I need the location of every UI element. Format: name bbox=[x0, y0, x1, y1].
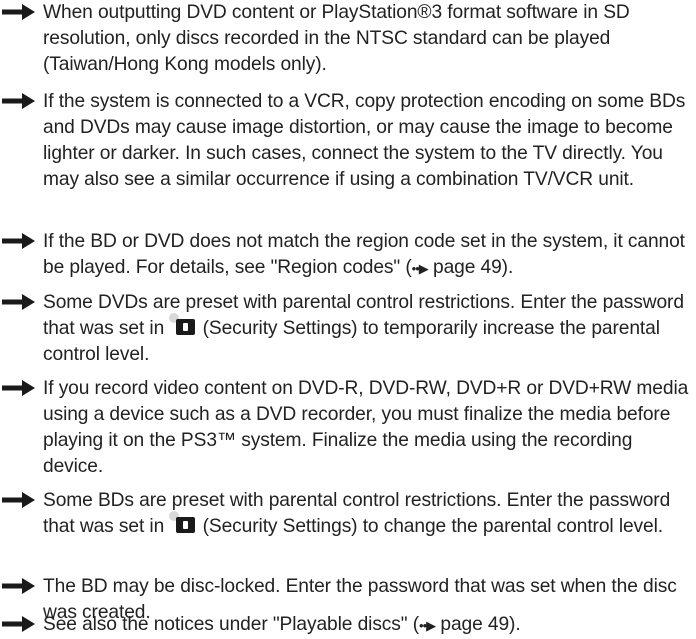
note-text: When outputting DVD content or PlayStati… bbox=[43, 2, 630, 75]
list-item: Some BDs are preset with parental contro… bbox=[0, 488, 696, 540]
page-arrow-icon: ••▶ bbox=[419, 618, 436, 633]
page-arrow-icon: ••▶ bbox=[411, 261, 429, 276]
security-settings-icon bbox=[169, 511, 197, 535]
note-text: If you record video content on DVD-R, DV… bbox=[43, 378, 689, 477]
note-text-before: If the BD or DVD does not match the regi… bbox=[43, 231, 685, 278]
page-number: page 49 bbox=[435, 614, 510, 635]
page-number: page 49 bbox=[427, 257, 502, 278]
right-arrow-icon bbox=[0, 290, 43, 368]
list-item: If you record video content on DVD-R, DV… bbox=[0, 376, 696, 480]
note-text-after: ). bbox=[509, 614, 521, 635]
note-text-before: See also the notices under "Playable dis… bbox=[43, 614, 420, 635]
note-text: Some DVDs are preset with parental contr… bbox=[43, 290, 689, 368]
note-text-after: ). bbox=[501, 257, 514, 278]
right-arrow-icon bbox=[0, 612, 43, 639]
page-reference-link[interactable]: ••▶ page 49 bbox=[412, 257, 502, 278]
list-item: If the system is connected to a VCR, cop… bbox=[0, 89, 696, 193]
note-text: If the system is connected to a VCR, cop… bbox=[43, 91, 686, 190]
right-arrow-icon bbox=[0, 89, 43, 193]
page-reference-link[interactable]: ••▶ page 49 bbox=[419, 614, 509, 635]
list-item: See also the notices under "Playable dis… bbox=[0, 612, 696, 639]
note-text: Some BDs are preset with parental contro… bbox=[43, 488, 689, 540]
security-settings-icon bbox=[169, 313, 197, 337]
right-arrow-icon bbox=[0, 488, 43, 540]
right-arrow-icon bbox=[0, 229, 43, 282]
list-item: If the BD or DVD does not match the regi… bbox=[0, 229, 696, 282]
right-arrow-icon bbox=[0, 0, 43, 78]
note-text-after: (Security Settings) to change the parent… bbox=[197, 516, 664, 537]
right-arrow-icon bbox=[0, 376, 43, 480]
note-text: If the BD or DVD does not match the regi… bbox=[43, 229, 689, 282]
note-text: See also the notices under "Playable dis… bbox=[43, 612, 689, 639]
list-item: When outputting DVD content or PlayStati… bbox=[0, 0, 696, 78]
list-item: Some DVDs are preset with parental contr… bbox=[0, 290, 696, 368]
